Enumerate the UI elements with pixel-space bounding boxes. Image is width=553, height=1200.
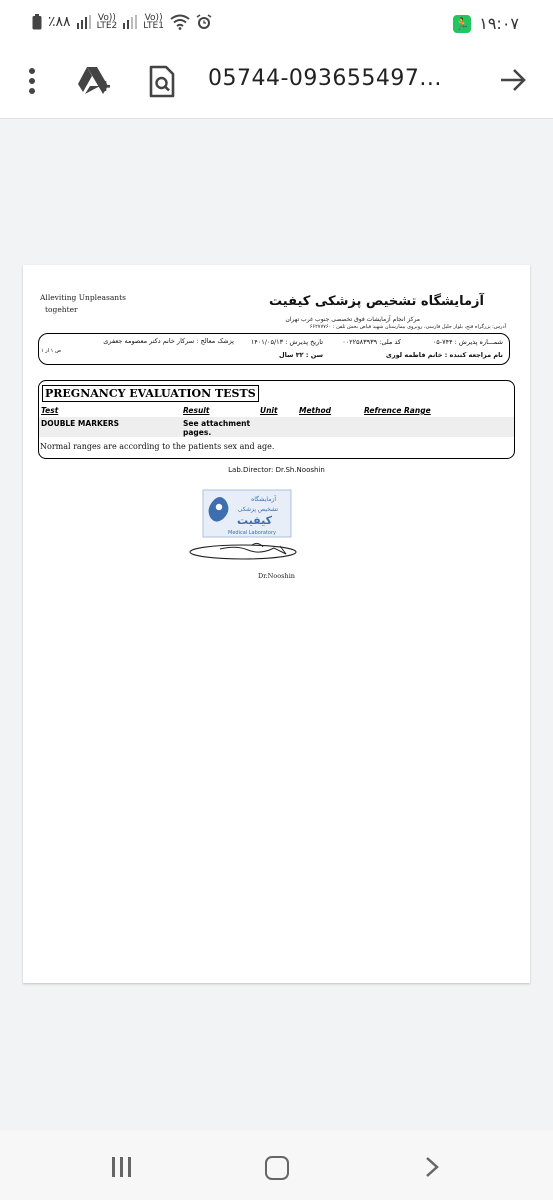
signal-icon-2 — [123, 15, 138, 29]
system-nav-bar — [0, 1130, 553, 1200]
col-range: Refrence Range — [364, 406, 431, 415]
alarm-icon — [196, 14, 212, 29]
row-result-2: pages. — [183, 428, 212, 437]
stamp-line-1: آزمایشگاه — [251, 494, 276, 503]
stamp-line-2: تشخیص پزشکی — [238, 506, 279, 513]
lte2-label: Vo)) LTE2 — [96, 13, 118, 31]
col-method: Method — [299, 406, 331, 415]
app-toolbar: 05744-093655497... — [0, 48, 553, 119]
wifi-icon — [170, 14, 190, 30]
battery-icon — [32, 14, 42, 30]
section-title: PREGNANCY EVALUATION TESTS — [42, 385, 259, 402]
stamp-english: Medical Laboratory — [228, 530, 276, 536]
admission-number: شمـــاره پذیرش : ۷۴۴-۰۵ — [432, 338, 503, 346]
lte1-label: Vo)) LTE1 — [143, 13, 164, 31]
recent-apps-icon[interactable] — [110, 1157, 134, 1177]
page-info: ص ۱ از ۱ — [41, 348, 61, 354]
test-results-box: PREGNANCY EVALUATION TESTS Test Result U… — [38, 380, 515, 459]
physician: پزشک معالج : سرکار خانم دکتر معصومه جعفر… — [103, 337, 234, 345]
lab-director: Lab.Director: Dr.Sh.Nooshin — [228, 466, 325, 474]
lab-slogan: Alleviting Unpleasants togehter — [40, 292, 126, 316]
back-icon[interactable] — [422, 1156, 442, 1178]
lab-name: آزمایشگاه تشخیص پزشکی کیفیت — [269, 294, 484, 309]
status-bar: ٪۸۸ Vo)) LTE2 Vo)) LTE1 🏃 ۱۹:۰۷ — [0, 0, 553, 48]
status-left: ٪۸۸ Vo)) LTE2 Vo)) LTE1 — [32, 13, 212, 31]
document-title: 05744-093655497... — [208, 66, 442, 91]
patient-name: نام مراجعه کننده : خانم فاطمه لوری — [385, 351, 503, 359]
arrow-forward-icon[interactable] — [498, 65, 528, 95]
more-vert-icon[interactable] — [26, 68, 38, 98]
clock: ۱۹:۰۷ — [479, 14, 519, 33]
row-result-1: See attachment — [183, 419, 251, 428]
status-right: 🏃 ۱۹:۰۷ — [453, 14, 519, 33]
drive-add-icon[interactable] — [76, 65, 112, 97]
stamp-line-3: کیفیت — [237, 514, 273, 527]
slogan-line-2: togehter — [45, 305, 78, 314]
patient-info-box: شمـــاره پذیرش : ۷۴۴-۰۵ کد ملی: ۰۰۲۲۵۸۳۹… — [38, 333, 510, 365]
document-page[interactable]: Alleviting Unpleasants togehter آزمایشگا… — [23, 265, 530, 983]
signature-name: Dr.Nooshin — [258, 572, 295, 580]
fitness-icon: 🏃 — [453, 14, 472, 33]
col-result: Result — [183, 406, 210, 415]
row-test: DOUBLE MARKERS — [41, 419, 120, 428]
document-search-icon[interactable] — [148, 65, 176, 99]
battery-percent: ٪۸۸ — [48, 14, 71, 30]
normal-ranges-note: Normal ranges are according to the patie… — [40, 442, 275, 451]
lab-address: آدرس: بزرگراه فتح، بلوار جلیل فارسی، روب… — [309, 324, 506, 330]
national-code: کد ملی: ۰۰۲۲۵۸۳۹۳۹ — [342, 338, 401, 346]
col-test: Test — [41, 406, 59, 415]
home-icon[interactable] — [265, 1156, 289, 1180]
slogan-line-1: Alleviting Unpleasants — [40, 293, 126, 302]
signal-icon — [76, 15, 91, 29]
lab-subtitle: مرکز انجام آزمایشات فوق تخصصی جنوب غرب ت… — [285, 316, 420, 323]
admission-date: تاریخ پذیرش : ۱۴۰۱/۰۵/۱۳ — [250, 338, 323, 346]
col-unit: Unit — [260, 406, 278, 415]
patient-age: سن : ۳۲ سال — [278, 351, 323, 359]
lab-stamp: آزمایشگاه تشخیص پزشکی کیفیت Medical Labo… — [189, 489, 297, 560]
